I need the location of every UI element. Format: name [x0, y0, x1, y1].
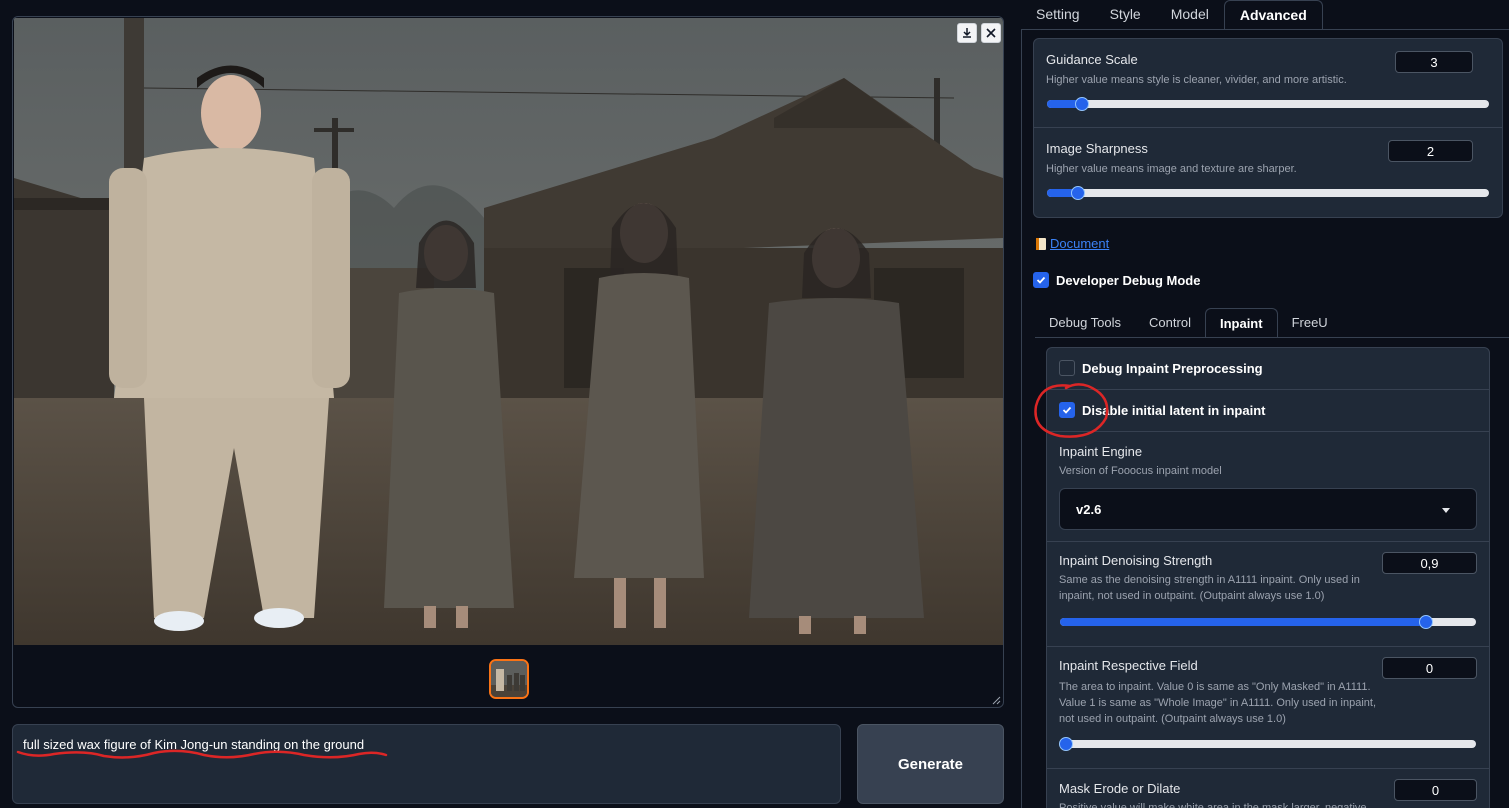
document-link[interactable]: Document	[1034, 236, 1109, 251]
disable-latent-checkbox[interactable]	[1059, 402, 1075, 418]
check-icon	[1062, 406, 1072, 414]
image-gallery	[12, 16, 1004, 708]
chevron-down-icon	[1442, 508, 1450, 513]
tab-setting[interactable]: Setting	[1021, 0, 1095, 30]
check-icon	[1036, 276, 1046, 284]
mask-erode-value-input[interactable]: 0	[1394, 779, 1477, 801]
inpaint-engine-value: v2.6	[1076, 502, 1102, 517]
guidance-label: Guidance Scale	[1046, 52, 1138, 67]
prompt-input[interactable]: full sized wax figure of Kim Jong-un sta…	[12, 724, 841, 804]
tab-advanced[interactable]: Advanced	[1223, 0, 1323, 30]
respective-field-value-input[interactable]: 0	[1382, 657, 1477, 679]
denoising-desc: Same as the denoising strength in A1111 …	[1059, 574, 1360, 602]
divider	[1047, 389, 1489, 390]
sharpness-slider[interactable]	[1047, 186, 1489, 200]
inpaint-engine-dropdown[interactable]: v2.6	[1059, 488, 1477, 530]
generated-image[interactable]	[14, 18, 1003, 645]
developer-debug-checkbox[interactable]	[1033, 272, 1049, 288]
document-icon	[1036, 237, 1046, 250]
disable-latent-label: Disable initial latent in inpaint	[1082, 403, 1266, 418]
respective-field-slider[interactable]	[1059, 737, 1476, 751]
download-icon[interactable]	[957, 23, 977, 43]
guidance-value-input[interactable]: 3	[1395, 51, 1473, 73]
divider	[1047, 646, 1489, 647]
tab-model[interactable]: Model	[1156, 0, 1224, 30]
subtab-control[interactable]: Control	[1135, 308, 1205, 338]
subtab-freeu[interactable]: FreeU	[1278, 308, 1342, 338]
mask-erode-label: Mask Erode or Dilate	[1059, 781, 1181, 796]
divider	[1047, 431, 1489, 432]
denoising-slider-fill	[1060, 618, 1427, 626]
denoising-slider[interactable]	[1060, 615, 1476, 629]
developer-debug-label: Developer Debug Mode	[1056, 273, 1201, 288]
subtab-border	[1035, 337, 1509, 338]
denoising-value-input[interactable]: 0,9	[1382, 552, 1477, 574]
sharpness-label: Image Sharpness	[1046, 141, 1148, 156]
inpaint-engine-label: Inpaint Engine	[1059, 444, 1143, 459]
debug-inpaint-checkbox[interactable]	[1059, 360, 1075, 376]
respective-field-label: Inpaint Respective Field	[1059, 658, 1198, 673]
mask-erode-desc: Positive value will make white area in t…	[1059, 802, 1367, 808]
generated-image-art	[14, 18, 1003, 645]
guidance-slider[interactable]	[1047, 97, 1489, 111]
generate-button[interactable]: Generate	[857, 724, 1004, 804]
close-icon[interactable]	[981, 23, 1001, 43]
document-link-label: Document	[1050, 236, 1110, 251]
sharpness-desc: Higher value means image and texture are…	[1046, 163, 1297, 175]
denoising-slider-handle[interactable]	[1419, 615, 1434, 629]
sharpness-slider-handle[interactable]	[1070, 186, 1085, 200]
resize-grip-icon[interactable]	[991, 695, 1001, 705]
prompt-text: full sized wax figure of Kim Jong-un sta…	[23, 737, 365, 752]
settings-tabs: Setting Style Model Advanced	[1021, 0, 1323, 30]
denoising-label: Inpaint Denoising Strength	[1059, 553, 1213, 568]
debug-subtabs: Debug Tools Control Inpaint FreeU	[1035, 308, 1342, 338]
debug-inpaint-label: Debug Inpaint Preprocessing	[1082, 361, 1263, 376]
sharpness-value-input[interactable]: 2	[1388, 140, 1473, 162]
divider	[1047, 768, 1489, 769]
divider	[1047, 541, 1489, 542]
divider	[1034, 127, 1502, 128]
guidance-desc: Higher value means style is cleaner, viv…	[1046, 74, 1347, 86]
respective-field-desc: The area to inpaint. Value 0 is same as …	[1059, 681, 1377, 725]
inpaint-engine-desc: Version of Fooocus inpaint model	[1059, 465, 1222, 477]
gallery-thumbnail[interactable]	[489, 659, 529, 699]
subtab-inpaint[interactable]: Inpaint	[1204, 308, 1278, 338]
tab-style[interactable]: Style	[1095, 0, 1156, 30]
subtab-debug-tools[interactable]: Debug Tools	[1035, 308, 1135, 338]
